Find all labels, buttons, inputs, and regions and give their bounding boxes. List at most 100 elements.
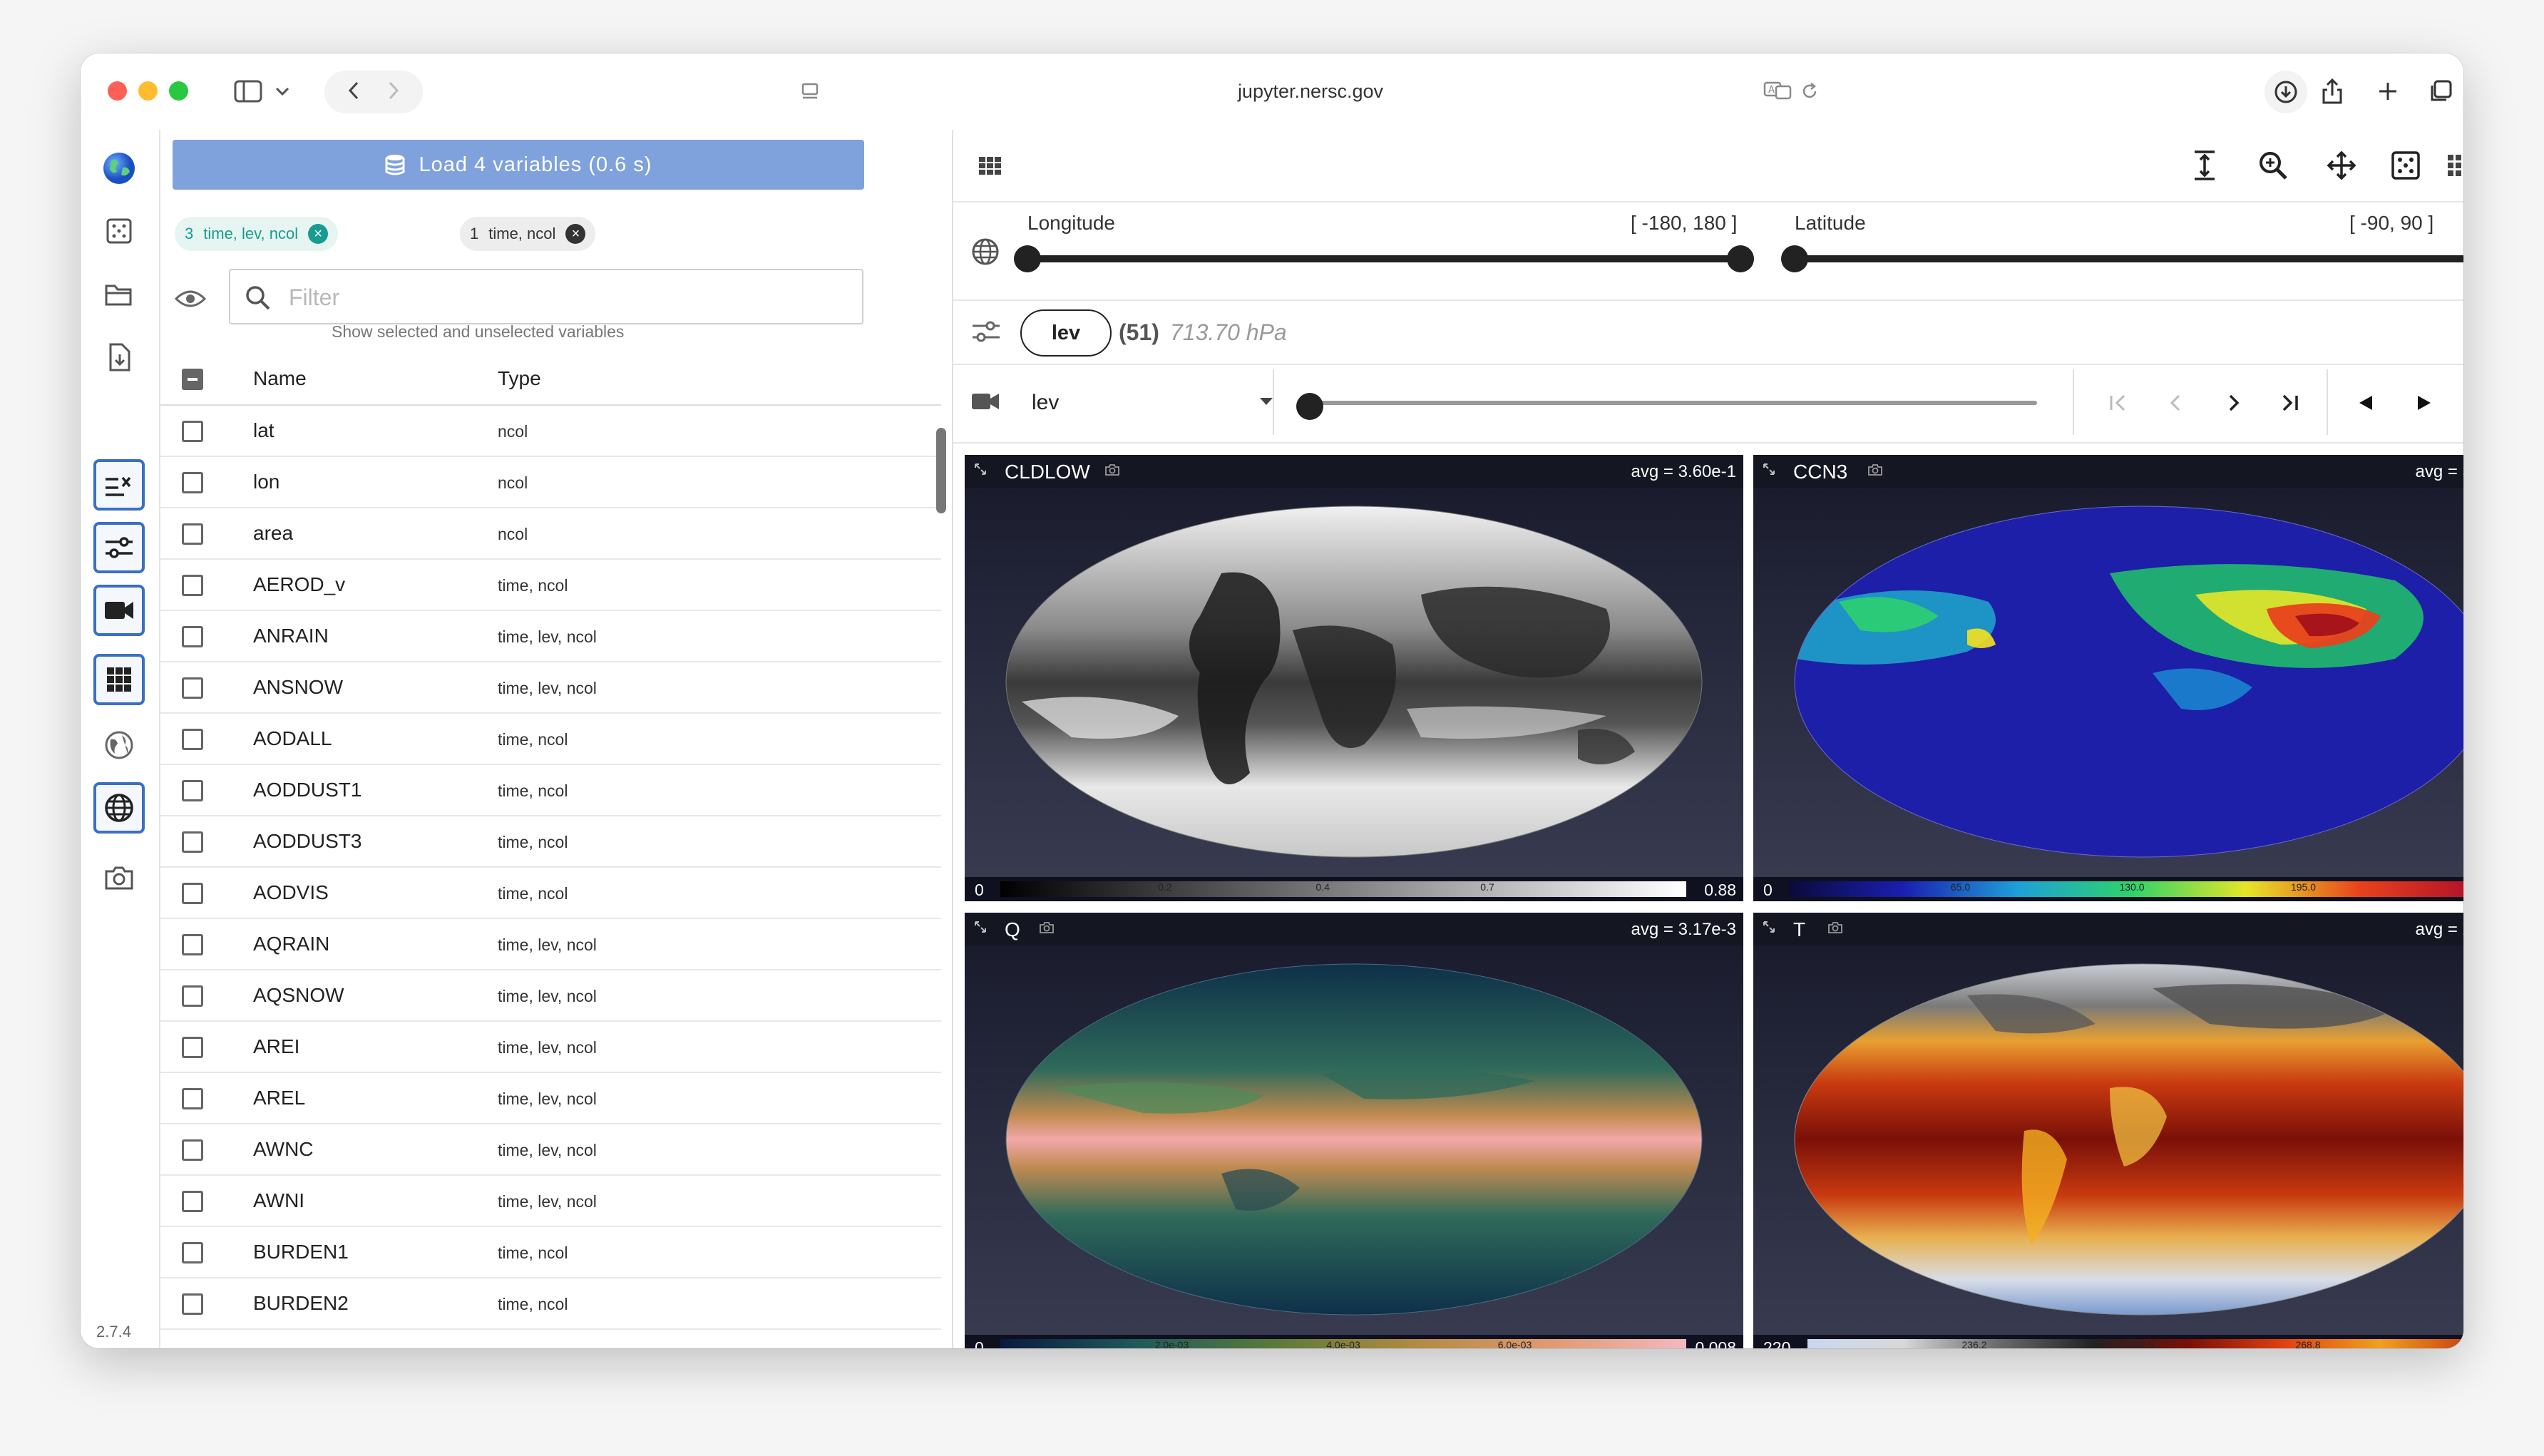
map-canvas[interactable] — [965, 945, 1743, 1348]
row-checkbox[interactable] — [182, 883, 203, 904]
zoom-icon[interactable] — [2255, 148, 2291, 183]
row-checkbox[interactable] — [182, 677, 203, 699]
lev-dimension-pill[interactable]: lev — [1020, 309, 1112, 357]
row-checkbox[interactable] — [182, 1139, 203, 1161]
column-header-type[interactable]: Type — [498, 367, 541, 390]
table-row[interactable]: AODALL time, ncol — [160, 714, 941, 765]
longitude-min-handle[interactable] — [1014, 245, 1041, 272]
row-checkbox[interactable] — [182, 421, 203, 442]
expand-icon[interactable] — [1762, 462, 1776, 480]
minimize-window-button[interactable] — [138, 81, 158, 101]
eye-icon[interactable] — [174, 288, 207, 313]
row-checkbox[interactable] — [182, 1037, 203, 1058]
animation-slider-handle[interactable] — [1296, 393, 1323, 420]
sliders-icon[interactable] — [93, 522, 145, 573]
reload-icon[interactable] — [1800, 82, 1819, 104]
fit-height-icon[interactable] — [2187, 148, 2222, 183]
row-checkbox[interactable] — [182, 472, 203, 493]
table-row[interactable]: AREI time, lev, ncol — [160, 1022, 941, 1073]
map-canvas[interactable] — [965, 488, 1743, 901]
snapshot-camera-icon[interactable] — [1039, 921, 1055, 938]
video-camera-icon[interactable] — [93, 585, 145, 636]
snapshot-camera-icon[interactable] — [1867, 463, 1883, 480]
pan-icon[interactable] — [2324, 148, 2359, 183]
first-frame-icon[interactable] — [2101, 386, 2134, 419]
table-row[interactable]: AEROD_v time, ncol — [160, 560, 941, 611]
animation-slider-track[interactable] — [1310, 401, 2037, 405]
play-backward-icon[interactable] — [2349, 386, 2382, 419]
map-panel-ccn3[interactable]: CCN3 avg = 3.88e+1 — [1753, 455, 2463, 901]
table-row[interactable]: BURDEN2 time, ncol — [160, 1278, 941, 1330]
tab-overview-icon[interactable] — [2421, 73, 2461, 109]
folder-icon[interactable] — [93, 269, 145, 320]
load-variables-button[interactable]: Load 4 variables (0.6 s) — [173, 140, 864, 190]
checklist-icon[interactable] — [93, 459, 145, 511]
downloads-button[interactable] — [2265, 71, 2307, 113]
last-frame-icon[interactable] — [2274, 386, 2307, 419]
map-panel-t[interactable]: T avg = 2.73e+2 — [1753, 913, 2463, 1348]
previous-frame-icon[interactable] — [2160, 386, 2192, 419]
table-row[interactable]: area ncol — [160, 508, 941, 560]
table-row[interactable]: ANSNOW time, lev, ncol — [160, 662, 941, 714]
grid-icon[interactable] — [93, 654, 145, 705]
table-row[interactable]: AWNI time, lev, ncol — [160, 1176, 941, 1227]
app-logo-icon[interactable] — [93, 143, 145, 194]
map-panel-q[interactable]: Q avg = 3.17e-3 0 2.0e-03 4.0e-03 6.0e-0… — [965, 913, 1743, 1348]
close-window-button[interactable] — [108, 81, 127, 101]
map-panel-cldlow[interactable]: CLDLOW avg = 3.60e-1 0 0.2 0.4 0.7 0.88 — [965, 455, 1743, 901]
table-row[interactable]: AODDUST1 time, ncol — [160, 765, 941, 816]
row-checkbox[interactable] — [182, 1242, 203, 1263]
filter-input[interactable] — [287, 280, 846, 314]
globe-grid-icon[interactable] — [93, 782, 145, 834]
snapshot-camera-icon[interactable] — [1104, 463, 1120, 480]
select-all-checkbox[interactable] — [182, 369, 203, 390]
camera-icon[interactable] — [93, 852, 145, 903]
expand-icon[interactable] — [1762, 920, 1776, 938]
url-bar[interactable]: jupyter.nersc.gov A — [786, 69, 1835, 113]
row-checkbox[interactable] — [182, 729, 203, 750]
row-checkbox[interactable] — [182, 1088, 203, 1109]
map-canvas[interactable] — [1753, 945, 2463, 1348]
translate-icon[interactable]: A — [1763, 81, 1792, 104]
sidebar-toggle-icon[interactable] — [227, 73, 270, 109]
table-row[interactable]: AODVIS time, ncol — [160, 868, 941, 919]
expand-icon[interactable] — [973, 462, 988, 480]
expand-icon[interactable] — [973, 920, 988, 938]
grid-view-icon[interactable] — [2441, 148, 2463, 183]
table-row[interactable]: lon ncol — [160, 457, 941, 508]
maximize-window-button[interactable] — [169, 81, 188, 101]
dice-icon[interactable] — [93, 205, 145, 257]
table-row[interactable]: AQSNOW time, lev, ncol — [160, 970, 941, 1022]
row-checkbox[interactable] — [182, 831, 203, 853]
table-row[interactable]: AREL time, lev, ncol — [160, 1073, 941, 1124]
row-checkbox[interactable] — [182, 985, 203, 1007]
play-forward-icon[interactable] — [2408, 386, 2441, 419]
latitude-slider-track[interactable] — [1795, 255, 2463, 262]
next-frame-icon[interactable] — [2217, 386, 2250, 419]
dimension-chip-time-ncol[interactable]: 1 time, ncol × — [460, 217, 596, 251]
table-row[interactable]: BURDEN1 time, ncol — [160, 1227, 941, 1278]
row-checkbox[interactable] — [182, 934, 203, 955]
animate-dimension-select[interactable]: lev — [1032, 384, 1274, 421]
table-row[interactable]: lat ncol — [160, 406, 941, 457]
table-row[interactable]: AODDUST3 time, ncol — [160, 816, 941, 868]
row-checkbox[interactable] — [182, 780, 203, 801]
chip-remove-icon[interactable]: × — [565, 224, 586, 244]
dimension-chip-time-lev-ncol[interactable]: 3 time, lev, ncol × — [175, 217, 339, 251]
chevron-down-icon[interactable] — [272, 73, 293, 109]
file-import-icon[interactable] — [93, 332, 145, 383]
row-checkbox[interactable] — [182, 575, 203, 596]
longitude-slider-track[interactable] — [1027, 255, 1740, 262]
globe-icon[interactable] — [93, 719, 145, 771]
row-checkbox[interactable] — [182, 523, 203, 545]
forward-icon[interactable] — [388, 81, 399, 104]
filter-field[interactable] — [229, 269, 863, 324]
layout-grid-icon[interactable] — [972, 148, 1007, 183]
chip-remove-icon[interactable]: × — [308, 224, 329, 244]
snapshot-camera-icon[interactable] — [1827, 921, 1843, 938]
table-row[interactable]: AWNC time, lev, ncol — [160, 1124, 941, 1176]
share-icon[interactable] — [2312, 73, 2352, 109]
table-row[interactable]: AQRAIN time, lev, ncol — [160, 919, 941, 970]
row-checkbox[interactable] — [182, 626, 203, 647]
table-row[interactable]: ANRAIN time, lev, ncol — [160, 611, 941, 662]
